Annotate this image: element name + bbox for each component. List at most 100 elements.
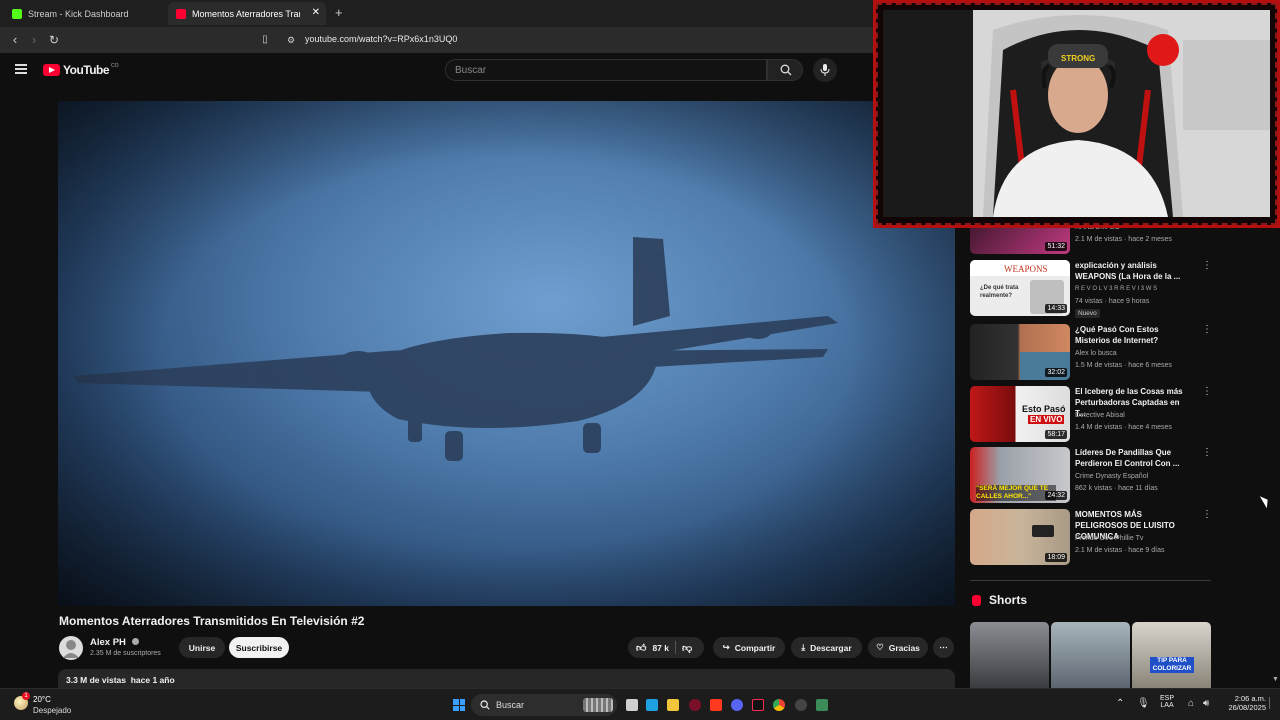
file-explorer-icon[interactable] [667, 699, 679, 711]
more-actions-button[interactable]: ⋯ [933, 637, 954, 658]
channel-name-text: Alex PH [90, 637, 126, 648]
task-view-icon[interactable] [626, 699, 638, 711]
video-thumbnail: WEAPONS ¿De qué trata realmente? 14:33 [970, 260, 1070, 316]
notifications-icon[interactable] [1269, 697, 1275, 709]
thumbs-down-icon: 👎︎ [682, 642, 693, 654]
url-field[interactable]: youtube.com/watch?v=RPx6x1n3UQ0 [305, 34, 457, 44]
tab-youtube-video[interactable]: Momentos Aterradores Trans ✕ [168, 2, 326, 25]
new-tab-button[interactable]: + [335, 5, 343, 20]
voice-search-button[interactable] [813, 58, 837, 82]
video-channel: Detective Abisal [1075, 412, 1125, 419]
list-item[interactable]: 18:09 MOMENTOS MÁS PELIGROSOS DE LUISITO… [970, 509, 1215, 567]
forward-button[interactable]: › [27, 33, 41, 47]
time: 2:06 a.m. [1234, 694, 1266, 703]
language-code: ESP [1160, 695, 1175, 702]
join-button[interactable]: Unirse [179, 637, 225, 658]
video-title: Líderes De Pandillas Que Perdieron El Co… [1075, 448, 1180, 468]
video-title: Momentos Aterradores Transmitidos En Tel… [59, 614, 365, 628]
download-icon: ⤓ [801, 642, 806, 652]
like-dislike-group: 👍︎ 87 k 👎︎ [628, 637, 704, 658]
start-button[interactable] [453, 699, 465, 711]
search-button[interactable] [767, 59, 803, 81]
svg-text:STRONG: STRONG [1061, 54, 1095, 63]
chrome-icon[interactable] [773, 699, 785, 711]
opera-icon[interactable] [689, 699, 701, 711]
site-info-icon[interactable]: ⚙ [284, 33, 298, 47]
subscribe-button[interactable]: Suscribirse [229, 637, 289, 658]
search-icon [780, 64, 792, 76]
list-item[interactable]: 32:02 ¿Qué Pasó Con Estos Misterios de I… [970, 324, 1215, 382]
taskbar-search[interactable]: Buscar [471, 694, 617, 716]
share-button[interactable]: ↪ Compartir [713, 637, 785, 658]
like-button[interactable]: 👍︎ 87 k [636, 642, 669, 654]
channel-avatar[interactable] [59, 636, 83, 660]
dislike-button[interactable]: 👎︎ [682, 642, 692, 654]
list-item[interactable]: WEAPONS ¿De qué trata realmente? 14:33 e… [970, 260, 1215, 318]
subscriber-count: 2.35 M de suscriptores [90, 650, 161, 657]
shorts-header: Shorts [972, 593, 1027, 607]
back-button[interactable]: ‹ [8, 33, 22, 47]
country-code: CO [111, 63, 119, 69]
video-duration: 51:32 [1045, 242, 1067, 251]
app-icon[interactable] [816, 699, 828, 711]
volume-icon[interactable]: 🔊︎ [1203, 698, 1209, 709]
more-options-icon[interactable]: ⋮ [1202, 386, 1212, 397]
views-info: 3.3 M de vistas hace 1 año [66, 675, 175, 685]
video-channel: Crime Dynasty Español [1075, 473, 1149, 480]
youtube-play-icon [43, 64, 60, 76]
video-player[interactable] [58, 101, 955, 606]
more-options-icon[interactable]: ⋮ [1202, 447, 1212, 458]
shorts-label: Shorts [989, 593, 1028, 607]
short-thumbnail-text: TIP PARA COLORIZAR [1150, 657, 1194, 673]
language-indicator[interactable]: ESP LAA [1160, 695, 1174, 709]
video-thumbnail: 18:09 [970, 509, 1070, 565]
share-icon: ↪ [722, 642, 730, 652]
brave-icon[interactable] [710, 699, 722, 711]
video-thumbnail: 32:02 [970, 324, 1070, 380]
tab-title: Momentos Aterradores Trans [192, 8, 300, 19]
scrollbar[interactable]: ▼ [1272, 676, 1279, 686]
video-title: ¿Qué Pasó Con Estos Misterios de Interne… [1075, 325, 1159, 345]
short-thumbnail[interactable] [1051, 622, 1130, 688]
tab-title: Stream - Kick Dashboard [28, 8, 129, 19]
list-item[interactable]: "SERÁ MEJOR QUE TE CALLES AHOR..." 24:32… [970, 447, 1215, 505]
channel-name[interactable]: Alex PH [90, 637, 139, 648]
video-meta: 1.4 M de vistas · hace 4 meses [1075, 424, 1172, 431]
discord-icon[interactable] [731, 699, 743, 711]
more-options-icon[interactable]: ⋮ [1202, 509, 1212, 520]
weather-condition: Despejado [33, 706, 72, 715]
more-options-icon[interactable]: ⋮ [1202, 260, 1212, 271]
search-input[interactable]: Buscar [445, 59, 767, 81]
list-item[interactable]: Esto Pasó EN VIVO 58:17 El Iceberg de la… [970, 386, 1215, 444]
youtube-icon [176, 8, 186, 19]
video-meta: 74 vistas · hace 9 horas [1075, 298, 1150, 305]
reload-button[interactable]: ↻ [47, 33, 61, 47]
more-options-icon[interactable]: ⋮ [1202, 324, 1212, 335]
short-thumbnail[interactable]: TIP PARA COLORIZAR [1132, 622, 1211, 688]
shorts-icon [972, 594, 981, 606]
obs-icon[interactable] [795, 699, 807, 711]
divider [675, 641, 676, 654]
menu-icon[interactable] [15, 64, 27, 74]
taskbar-search-label: Buscar [496, 700, 525, 710]
edge-icon[interactable] [646, 699, 658, 711]
video-channel: R E V O L V 3 R R E V I 3 W S [1075, 286, 1158, 292]
youtube-logo[interactable]: YouTube CO [43, 63, 119, 77]
thanks-button[interactable]: ♡ Gracias [868, 637, 928, 658]
download-button[interactable]: ⤓ Descargar [791, 637, 862, 658]
thanks-label: Gracias [888, 642, 920, 653]
search-placeholder: Buscar [455, 65, 487, 76]
short-thumbnail[interactable] [970, 622, 1049, 688]
more-icon: ⋯ [939, 642, 948, 652]
video-duration: 58:17 [1045, 430, 1067, 439]
tiktok-icon[interactable] [752, 699, 764, 711]
network-icon[interactable]: ⌂ [1188, 698, 1194, 709]
tray-overflow-icon[interactable]: ⌃ [1116, 698, 1124, 709]
windows-taskbar: 1 20°C Despejado Buscar ⌃ 🎙︎ ESP LAA ⌂ 🔊… [0, 688, 1280, 720]
tab-kick-dashboard[interactable]: Stream - Kick Dashboard [4, 2, 164, 25]
close-icon[interactable]: ✕ [312, 7, 320, 18]
video-duration: 24:32 [1045, 491, 1067, 500]
microphone-tray-icon[interactable]: 🎙︎ [1137, 698, 1150, 709]
bookmark-icon[interactable]: ▯ [258, 33, 272, 47]
clock[interactable]: 2:06 a.m. 26/08/2025 [1222, 694, 1266, 712]
